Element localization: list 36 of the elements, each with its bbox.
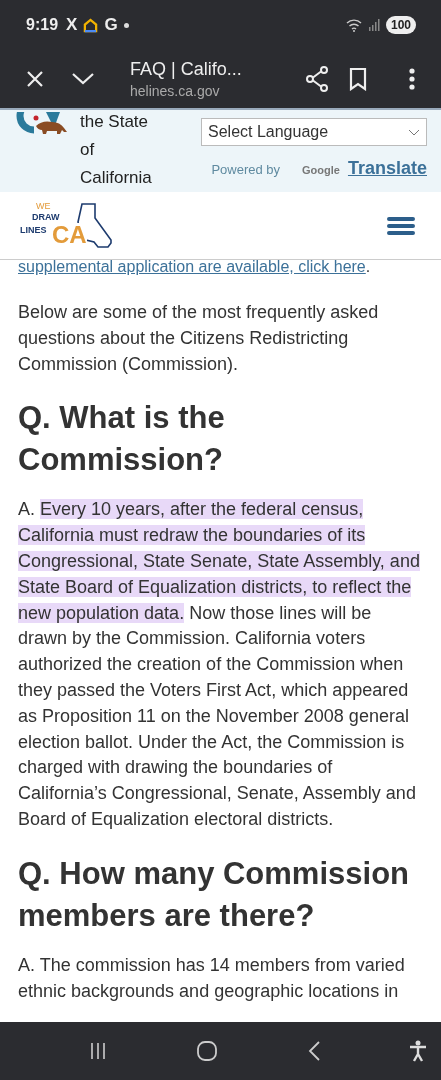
home-icon [83,17,99,33]
powered-by-label: Powered by [211,162,281,177]
dot-icon [123,22,129,28]
language-select[interactable]: Select Language [201,118,427,146]
page-url: helines.ca.gov [130,83,221,99]
google-wordmark: Google [302,164,340,176]
menu-icon[interactable] [409,68,415,90]
page-title: FAQ | Califo... [130,59,243,80]
logo-word: WE [36,200,51,211]
wifi-icon [345,18,362,32]
accessibility-icon[interactable] [409,1040,427,1062]
battery-level: 100 [385,16,416,34]
logo-word: LINES [20,224,47,235]
answer-paragraph: Below are some of the most frequently asked questions about the Citizens Redistricting Commission (Commission). [18,301,380,376]
bookmark-icon[interactable] [349,67,367,91]
logo-word: DRAW [32,211,60,222]
home-button-icon[interactable] [196,1040,219,1062]
notification-glyph: X [66,15,78,35]
question-heading: Q. How many Commission members are there? [18,854,410,935]
answer-paragraph: A. Every 10 years, after the federal census, California must redraw the boundaries of its Congressional, State Senate, State Assembly, and State Board of Equalization districts, to reflect the new population data. Now those lines will be drawn by the Commission. California voters authorized the creation of the Commission when they passed the Voters First Act, which appeared as Proposition 11 on the November 2008 general election ballot. Under the Act, the Commission is charged with drawing the boundaries of California’s Congressional, Senate, Assembly and Board of Equalization electoral districts. [18,498,421,831]
period-text: . [365,260,371,275]
translate-link[interactable]: Translate [347,158,427,179]
question-heading: Q. What is the Commission? [18,399,226,480]
click-here-link[interactable]: supplemental application are available, click here [18,260,366,275]
notification-glyph: G [104,15,118,35]
answer-paragraph: A. The commission has 14 members from varied ethnic backgrounds and geographic locations in [18,953,406,1003]
chevron-down-icon[interactable] [72,73,94,85]
hamburger-menu-icon[interactable] [387,215,415,236]
close-icon[interactable] [26,70,44,88]
signal-icon [367,19,380,31]
share-icon[interactable] [305,66,329,92]
status-time: 9:19 [26,16,59,34]
caret-icon [408,128,420,136]
recents-icon[interactable] [88,1041,108,1061]
agency-name: the State of California [80,111,153,189]
back-icon[interactable] [306,1040,321,1062]
